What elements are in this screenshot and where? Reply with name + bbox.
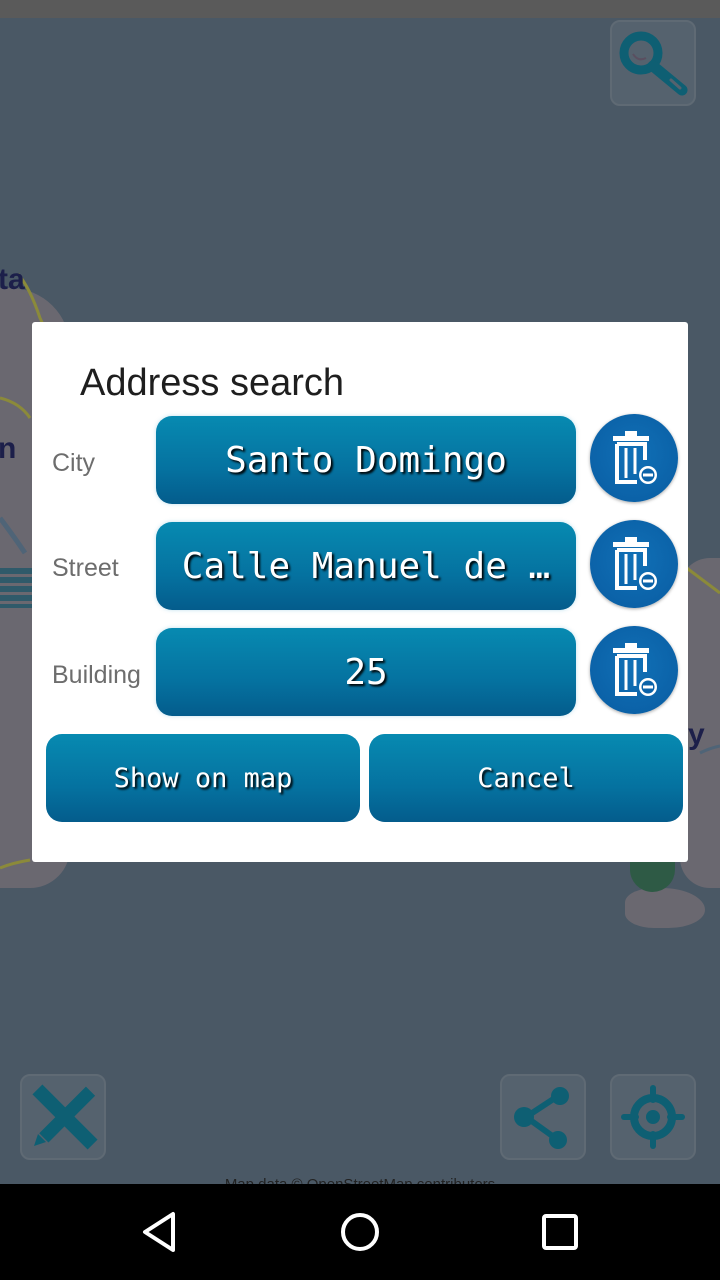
search-icon [619, 31, 688, 96]
navigation-bar [0, 1184, 720, 1280]
dialog-title: Address search [80, 362, 345, 404]
map-label-2: n [0, 432, 17, 465]
clear-city-button[interactable] [590, 414, 678, 502]
city-label: City [52, 449, 96, 477]
city-field[interactable]: Santo Domingo [156, 416, 576, 504]
home-icon [341, 1213, 379, 1251]
recents-icon [542, 1214, 578, 1250]
ruler-pencil-icon [32, 1084, 98, 1150]
map-label-1: ta [0, 263, 25, 296]
clear-street-button[interactable] [590, 520, 678, 608]
map-label-3: y [688, 718, 705, 751]
home-button[interactable] [330, 1202, 390, 1262]
street-label: Street [52, 554, 119, 582]
building-label: Building [52, 661, 141, 689]
show-on-map-button[interactable]: Show on map [46, 734, 360, 822]
address-search-dialog: Address search City Santo Domingo Street… [32, 322, 688, 862]
building-field[interactable]: 25 [156, 628, 576, 716]
locate-button[interactable] [610, 1074, 696, 1160]
trash-icon [613, 431, 657, 484]
share-button[interactable] [500, 1074, 586, 1160]
recents-button[interactable] [530, 1202, 590, 1262]
cancel-button[interactable]: Cancel [369, 734, 683, 822]
measure-button[interactable] [20, 1074, 106, 1160]
map-attribution: Map data © OpenStreetMap contributors [0, 1176, 720, 1184]
trash-icon [613, 643, 657, 696]
share-icon [514, 1087, 569, 1149]
back-button[interactable] [130, 1202, 190, 1262]
map-grid-feature [0, 568, 32, 608]
status-bar [0, 0, 720, 18]
clear-building-button[interactable] [590, 626, 678, 714]
back-icon [143, 1212, 175, 1252]
trash-icon [613, 537, 657, 590]
locate-icon [621, 1085, 685, 1149]
search-button[interactable] [610, 20, 696, 106]
street-field[interactable]: Calle Manuel de … [156, 522, 576, 610]
